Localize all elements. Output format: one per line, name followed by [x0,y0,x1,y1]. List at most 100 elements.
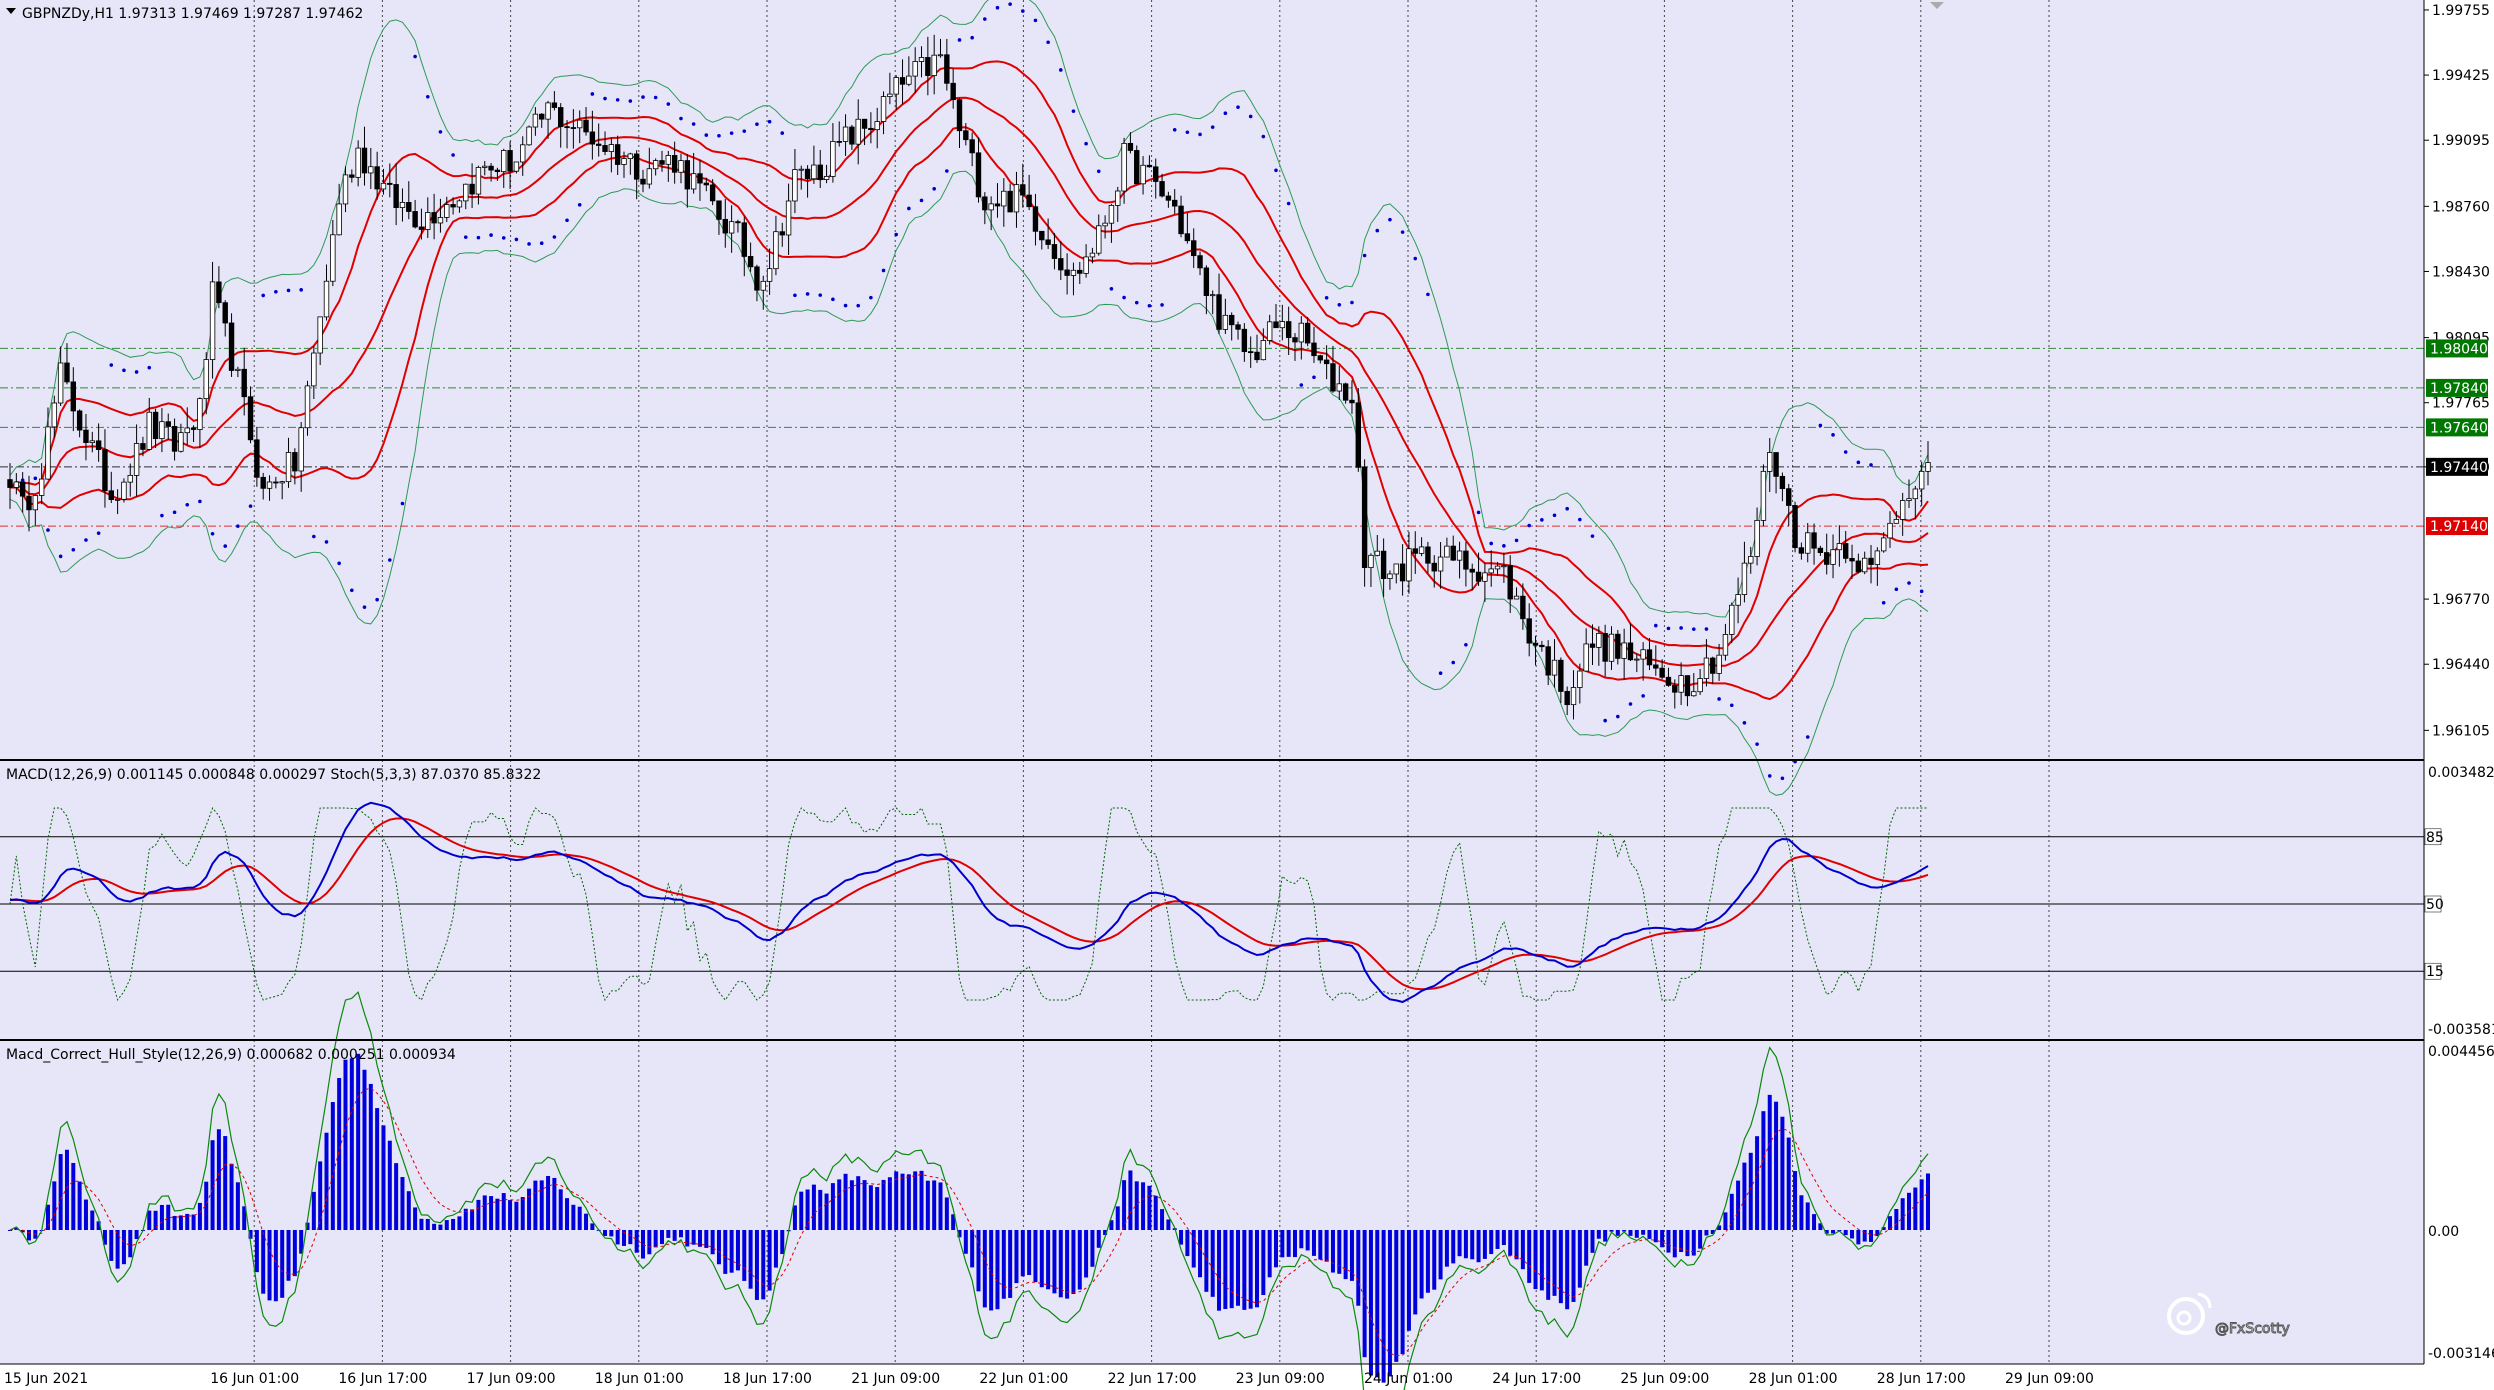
candle [1482,572,1488,582]
histogram-bar [1767,1094,1772,1230]
sar-dot [413,54,417,59]
candle [178,432,184,452]
candle [1184,233,1191,242]
price-badge-label: 1.97640 [2430,420,2488,436]
histogram-bar [463,1208,468,1230]
histogram-bar [1033,1230,1038,1283]
candle [133,443,140,476]
candle [545,102,551,120]
candle [1494,565,1501,570]
histogram-bar [1248,1230,1253,1309]
histogram-bar [1565,1230,1570,1310]
candle [437,216,444,224]
histogram-bar [444,1220,449,1230]
candle [1406,548,1412,582]
histogram-bar [1090,1230,1095,1267]
histogram-bar [394,1163,399,1230]
histogram-bar [773,1230,778,1268]
candle [1539,644,1545,648]
candle [298,427,304,472]
sar-dot [1489,541,1494,546]
sar-dot [236,524,240,528]
sar-dot [1464,642,1468,647]
sar-dot [945,169,949,173]
histogram-bar [1343,1230,1348,1280]
candle [792,169,798,202]
histogram-bar [1666,1230,1671,1253]
sar-dot [1590,534,1595,538]
candle [944,54,950,84]
histogram-bar [1160,1209,1165,1230]
candle [1469,568,1475,573]
sar-dot [1185,130,1190,135]
histogram-bar [913,1171,918,1230]
histogram-bar [1463,1230,1468,1259]
histogram-bar [1299,1230,1304,1249]
candle [146,411,152,450]
price-badge-label: 1.98040 [2430,341,2488,357]
sar-dot [780,131,785,135]
candle [380,182,387,190]
candle [773,231,779,270]
sar-dot [1919,589,1924,594]
sar-dot [869,295,873,300]
sar-dot [729,131,734,135]
histogram-bar [1780,1116,1785,1230]
candle [235,368,241,371]
histogram-bar [1204,1230,1209,1292]
candle [1760,470,1767,521]
sar-dot [755,122,759,127]
sar-dot [1021,9,1025,13]
histogram-bar [400,1177,405,1230]
candle [1843,543,1849,559]
sar-dot [1502,544,1506,548]
histogram-bar [584,1213,589,1230]
candle [374,166,380,190]
time-label: 21 Jun 09:00 [851,1371,940,1387]
candle [1767,452,1773,472]
sar-dot [539,241,544,246]
sar-dot [1248,114,1253,119]
trading-chart[interactable]: 1.99755 1.99425 1.99095 1.98760 1.98430 1.980… [0,0,2494,1390]
sar-dot [501,236,506,240]
histogram-bar [590,1223,595,1230]
candle [1868,557,1874,565]
sar-dot [58,554,63,559]
histogram-bar [1812,1214,1817,1230]
candle [1646,649,1653,666]
candle [671,155,678,173]
histogram-bar [1590,1230,1595,1253]
candle [975,152,982,198]
time-label: 25 Jun 09:00 [1620,1371,1709,1387]
candle [532,113,539,128]
histogram-bar [45,1204,50,1230]
sar-dot [1603,718,1607,723]
hull-scale-mid: 0.00 [2428,1224,2459,1240]
candle [899,77,906,85]
candle [633,153,640,180]
price-label: 1.97765 [2432,396,2490,412]
histogram-bar [159,1204,164,1230]
histogram-bar [1020,1230,1025,1277]
candle [1621,642,1627,659]
level-tag-label: 50 [2426,897,2444,913]
histogram-bar [862,1180,867,1230]
candle [1298,322,1305,343]
sar-dot [1286,201,1291,206]
candle [475,167,482,195]
sar-dot [71,547,76,552]
sar-dot [704,133,709,137]
candle [1235,324,1241,330]
sar-dot [1831,433,1835,437]
histogram-bar [1577,1230,1582,1288]
candle [741,222,747,257]
histogram-bar [1647,1230,1652,1239]
candle [1456,550,1463,561]
candle [45,426,51,480]
candle [114,498,121,501]
candle [342,174,349,205]
histogram-bar [337,1078,342,1230]
sar-dot [324,540,329,544]
sar-dot [1578,517,1582,522]
candle [849,126,855,145]
